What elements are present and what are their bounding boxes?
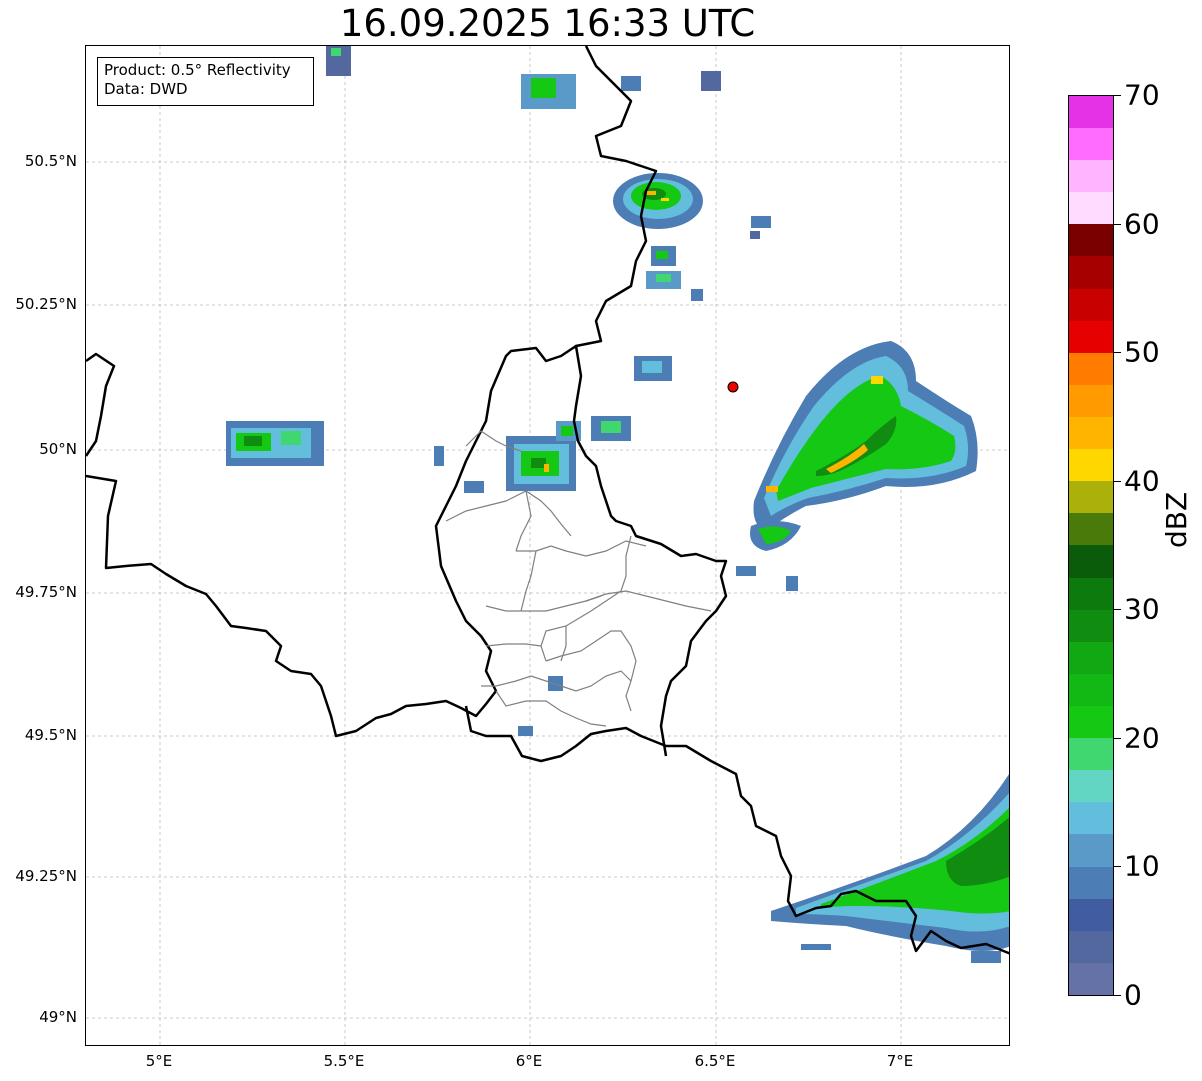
lat-label-50.5: 50.5°N	[24, 152, 77, 170]
lon-label-6.5: 6.5°E	[694, 1052, 736, 1070]
country-borders	[86, 46, 1009, 955]
colorbar-segment	[1069, 609, 1113, 642]
echo-cell-mid	[434, 356, 672, 736]
colorbar-tick	[1114, 95, 1121, 96]
lat-label-50: 50°N	[39, 440, 77, 458]
data-source-label: Data: DWD	[104, 80, 188, 98]
colorbar-tick	[1114, 480, 1121, 482]
colorbar-tick	[1114, 737, 1121, 739]
colorbar-segment	[1069, 962, 1113, 995]
colorbar-segment	[1069, 417, 1113, 450]
colorbar-tick-label: 50	[1124, 335, 1160, 369]
product-label: Product: 0.5° Reflectivity	[104, 61, 291, 79]
colorbar-segment	[1069, 513, 1113, 546]
colorbar-segment	[1069, 256, 1113, 289]
radar-echoes	[226, 46, 1009, 963]
colorbar-tick-label: 40	[1124, 464, 1160, 498]
colorbar-tick	[1114, 609, 1121, 611]
lon-label-5.5: 5.5°E	[323, 1052, 365, 1070]
colorbar-segment	[1069, 930, 1113, 963]
colorbar-segment	[1069, 738, 1113, 771]
colorbar-segment	[1069, 95, 1113, 129]
radar-map[interactable]	[85, 45, 1010, 1046]
colorbar-segment	[1069, 320, 1113, 353]
colorbar-segment	[1069, 802, 1113, 835]
echo-cell-east	[736, 341, 978, 591]
colorbar-segment	[1069, 160, 1113, 193]
colorbar-segment	[1069, 577, 1113, 610]
colorbar-tick-label: 70	[1124, 78, 1160, 112]
radar-map-canvas	[86, 46, 1009, 1045]
colorbar-tick-label: 0	[1124, 978, 1142, 1012]
colorbar-title: dBZ	[1160, 491, 1193, 548]
colorbar-segment	[1069, 834, 1113, 867]
colorbar-tick	[1114, 995, 1121, 996]
colorbar-segment	[1069, 128, 1113, 161]
colorbar-tick	[1114, 866, 1121, 868]
lon-label-7: 7°E	[886, 1052, 914, 1070]
colorbar-segment	[1069, 545, 1113, 578]
echo-cell-north-central	[613, 173, 771, 301]
colorbar-tick	[1114, 352, 1121, 354]
lon-label-6: 6°E	[515, 1052, 543, 1070]
colorbar-tick-label: 30	[1124, 592, 1160, 626]
echo-cell-west	[226, 421, 324, 466]
colorbar-segment	[1069, 192, 1113, 225]
location-marker	[727, 381, 739, 393]
map-title: 16.09.2025 16:33 UTC	[339, 2, 756, 45]
echo-cell-north-top	[326, 46, 721, 109]
lat-label-50.25: 50.25°N	[15, 295, 77, 313]
lat-label-49.25: 49.25°N	[15, 867, 77, 885]
colorbar-segment	[1069, 449, 1113, 482]
colorbar-segment	[1069, 770, 1113, 803]
colorbar-tick-label: 10	[1124, 849, 1160, 883]
colorbar-tick	[1114, 223, 1121, 225]
colorbar-segment	[1069, 352, 1113, 385]
echo-band-southeast	[771, 774, 1009, 963]
lat-label-49: 49°N	[39, 1008, 77, 1026]
colorbar-segment	[1069, 481, 1113, 514]
colorbar-tick-label: 60	[1124, 207, 1160, 241]
lon-label-5: 5°E	[145, 1052, 173, 1070]
colorbar-segment	[1069, 641, 1113, 674]
colorbar-segment	[1069, 866, 1113, 899]
colorbar	[1068, 95, 1114, 996]
colorbar-tick-label: 20	[1124, 721, 1160, 755]
lat-label-49.75: 49.75°N	[15, 583, 77, 601]
colorbar-segment	[1069, 898, 1113, 931]
info-box: Product: 0.5° Reflectivity Data: DWD	[97, 57, 314, 106]
lat-label-49.5: 49.5°N	[24, 726, 77, 744]
colorbar-segment	[1069, 706, 1113, 739]
colorbar-segment	[1069, 384, 1113, 418]
colorbar-segment	[1069, 224, 1113, 257]
colorbar-segment	[1069, 673, 1113, 707]
colorbar-segment	[1069, 288, 1113, 321]
